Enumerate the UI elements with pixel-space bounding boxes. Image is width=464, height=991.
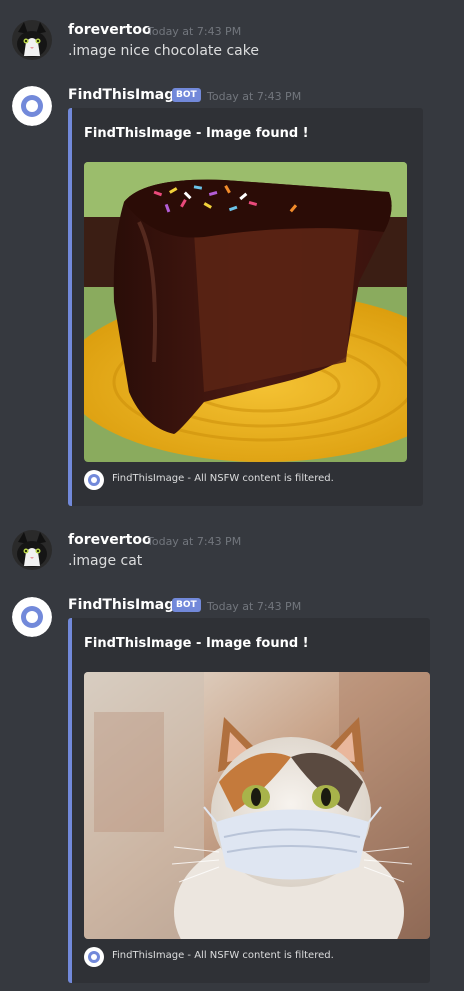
bot-tag: BOT <box>172 598 201 612</box>
embed-footer-text: FindThisImage - All NSFW content is filt… <box>112 473 334 484</box>
embed-card: FindThisImage - Image found ! FindThisIm… <box>68 618 430 983</box>
timestamp: Today at 7:43 PM <box>207 600 302 613</box>
timestamp: Today at 7:43 PM <box>207 90 302 103</box>
embed-title: FindThisImage - Image found ! <box>84 636 309 651</box>
timestamp: Today at 7:43 PM <box>147 25 242 38</box>
embed-card: FindThisImage - Image found ! FindThisIm… <box>68 108 423 506</box>
footer-bot-icon <box>84 947 104 967</box>
username[interactable]: FindThisImage <box>68 597 184 613</box>
footer-bot-icon <box>84 470 104 490</box>
timestamp: Today at 7:43 PM <box>147 535 242 548</box>
username[interactable]: forevertoo <box>68 22 152 38</box>
bot-avatar-icon[interactable] <box>12 86 52 126</box>
embed-title: FindThisImage - Image found ! <box>84 126 309 141</box>
message-text: .image cat <box>68 553 143 569</box>
username[interactable]: forevertoo <box>68 532 152 548</box>
cat-avatar-icon[interactable] <box>12 20 52 60</box>
bot-tag: BOT <box>172 88 201 102</box>
cat-with-mask-image[interactable] <box>84 672 430 939</box>
chat-messages: forevertoo Today at 7:43 PM .image nice … <box>0 0 464 991</box>
message-text: .image nice chocolate cake <box>68 43 259 59</box>
cat-avatar-icon[interactable] <box>12 530 52 570</box>
chocolate-cake-image[interactable] <box>84 162 407 462</box>
embed-footer-text: FindThisImage - All NSFW content is filt… <box>112 950 334 961</box>
bot-avatar-icon[interactable] <box>12 597 52 637</box>
username[interactable]: FindThisImage <box>68 87 184 103</box>
